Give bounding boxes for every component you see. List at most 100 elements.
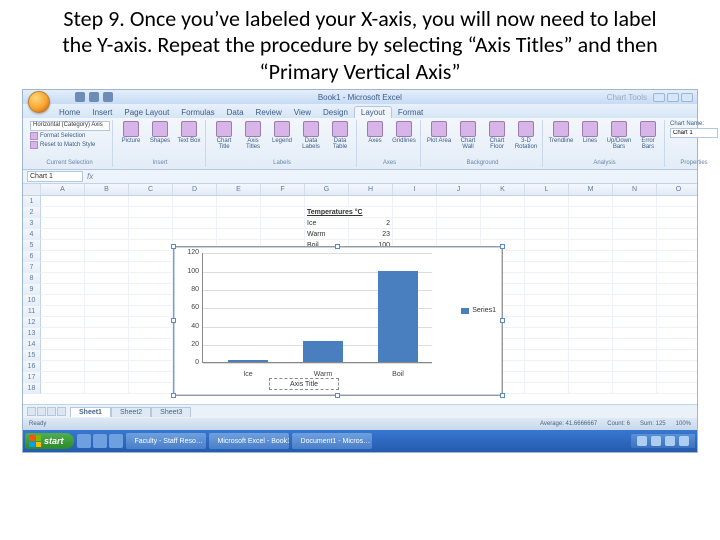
chart-title-button[interactable]: Chart Title: [211, 121, 237, 150]
col-header[interactable]: J: [437, 184, 481, 195]
col-header[interactable]: A: [41, 184, 85, 195]
group-label: Axes: [362, 160, 417, 166]
plot-area-icon: [431, 121, 447, 137]
worksheet-grid[interactable]: ABCDEFGHIJKLMNO 12Temperatures °C3Ice24W…: [23, 184, 697, 404]
updown-bars-button[interactable]: Up/Down Bars: [606, 121, 632, 150]
plot-area[interactable]: 020406080100120IceWarmBoil: [202, 253, 432, 363]
axis-titles-button[interactable]: Axis Titles: [240, 121, 266, 150]
group-labels: Chart Title Axis Titles Legend Data Labe…: [208, 120, 357, 167]
tab-design[interactable]: Design: [317, 107, 354, 118]
ribbon: Horizontal (Category) Axis Format Select…: [23, 118, 697, 170]
taskbar-item[interactable]: Document1 - Micros…: [292, 433, 372, 449]
tab-insert[interactable]: Insert: [86, 107, 118, 118]
group-label: Insert: [118, 160, 202, 166]
group-label: Current Selection: [30, 160, 109, 166]
col-header[interactable]: B: [85, 184, 129, 195]
data-labels-icon: [303, 121, 319, 137]
chart-floor-icon: [489, 121, 505, 137]
tab-layout[interactable]: Layout: [354, 106, 392, 118]
axes-button[interactable]: Axes: [362, 121, 388, 144]
data-table-icon: [332, 121, 348, 137]
shapes-icon: [152, 121, 168, 137]
chart-wall-button[interactable]: Chart Wall: [455, 121, 481, 150]
trendline-icon: [553, 121, 569, 137]
tab-view[interactable]: View: [288, 107, 317, 118]
sheet-tab[interactable]: Sheet2: [111, 407, 151, 417]
titlebar: Book1 - Microsoft Excel Chart Tools: [23, 90, 697, 104]
col-header[interactable]: D: [173, 184, 217, 195]
ribbon-tabs: Home Insert Page Layout Formulas Data Re…: [23, 104, 697, 118]
name-box[interactable]: Chart 1: [27, 171, 83, 182]
lines-icon: [582, 121, 598, 137]
data-labels-button[interactable]: Data Labels: [298, 121, 324, 150]
chart-element-dropdown[interactable]: Horizontal (Category) Axis: [30, 121, 110, 131]
rotation-button[interactable]: 3-D Rotation: [513, 121, 539, 150]
gridlines-button[interactable]: Gridlines: [391, 121, 417, 144]
chart-floor-button[interactable]: Chart Floor: [484, 121, 510, 150]
col-header[interactable]: O: [657, 184, 697, 195]
error-bars-button[interactable]: Error Bars: [635, 121, 661, 150]
tab-formulas[interactable]: Formulas: [175, 107, 220, 118]
window-controls[interactable]: [653, 93, 693, 102]
col-header[interactable]: F: [261, 184, 305, 195]
reset-match-style-button[interactable]: Reset to Match Style: [30, 141, 109, 149]
lines-button[interactable]: Lines: [577, 121, 603, 150]
taskbar-item[interactable]: Microsoft Excel - Book1: [209, 433, 289, 449]
trendline-button[interactable]: Trendline: [548, 121, 574, 150]
group-axes: Axes Gridlines Axes: [359, 120, 421, 167]
legend-button[interactable]: Legend: [269, 121, 295, 150]
office-button-icon[interactable]: [28, 91, 50, 113]
tab-format[interactable]: Format: [392, 107, 429, 118]
tab-data[interactable]: Data: [221, 107, 250, 118]
sheet-tab[interactable]: Sheet3: [151, 407, 191, 417]
plot-area-button[interactable]: Plot Area: [426, 121, 452, 150]
quick-launch[interactable]: [77, 434, 123, 448]
embedded-chart[interactable]: 020406080100120IceWarmBoil Axis Title Se…: [173, 246, 503, 396]
chart-legend[interactable]: Series1: [461, 307, 496, 314]
sheet-nav[interactable]: [27, 407, 66, 416]
picture-button[interactable]: Picture: [118, 121, 144, 144]
chart-name-input[interactable]: [670, 128, 718, 138]
textbox-button[interactable]: Text Box: [176, 121, 202, 144]
taskbar-item[interactable]: Faculty - Staff Reso…: [126, 433, 206, 449]
excel-window: Book1 - Microsoft Excel Chart Tools Home…: [22, 89, 698, 453]
col-header[interactable]: C: [129, 184, 173, 195]
tab-page-layout[interactable]: Page Layout: [118, 107, 175, 118]
col-header[interactable]: L: [525, 184, 569, 195]
updown-icon: [611, 121, 627, 137]
gridlines-icon: [396, 121, 412, 137]
zoom-level[interactable]: 100%: [676, 421, 691, 427]
windows-logo-icon: [29, 435, 41, 447]
format-selection-button[interactable]: Format Selection: [30, 132, 109, 140]
legend-icon: [274, 121, 290, 137]
status-average: Average: 41.6666667: [540, 421, 597, 427]
col-header[interactable]: K: [481, 184, 525, 195]
shapes-button[interactable]: Shapes: [147, 121, 173, 144]
quick-access-toolbar[interactable]: [75, 92, 113, 102]
group-label: Properties: [670, 160, 718, 166]
status-mode: Ready: [29, 421, 46, 427]
status-sum: Sum: 125: [640, 421, 666, 427]
col-header[interactable]: G: [305, 184, 349, 195]
chart-title-icon: [216, 121, 232, 137]
picture-icon: [123, 121, 139, 137]
fx-icon[interactable]: fx: [87, 172, 93, 181]
col-header[interactable]: E: [217, 184, 261, 195]
group-insert: Picture Shapes Text Box Insert: [115, 120, 206, 167]
system-tray[interactable]: [631, 434, 695, 448]
col-header[interactable]: H: [349, 184, 393, 195]
context-tab-label: Chart Tools: [607, 93, 647, 102]
start-button[interactable]: start: [25, 433, 74, 449]
tab-review[interactable]: Review: [250, 107, 288, 118]
col-header[interactable]: M: [569, 184, 613, 195]
col-header[interactable]: I: [393, 184, 437, 195]
formula-bar: Chart 1 fx: [23, 170, 697, 184]
x-axis-title-input[interactable]: Axis Title: [269, 378, 339, 390]
tab-home[interactable]: Home: [53, 107, 86, 118]
chart-name-label: Chart Name:: [670, 121, 718, 127]
reset-icon: [30, 141, 38, 149]
data-table-button[interactable]: Data Table: [327, 121, 353, 150]
window-title: Book1 - Microsoft Excel: [113, 93, 607, 102]
sheet-tab[interactable]: Sheet1: [70, 407, 111, 417]
col-header[interactable]: N: [613, 184, 657, 195]
